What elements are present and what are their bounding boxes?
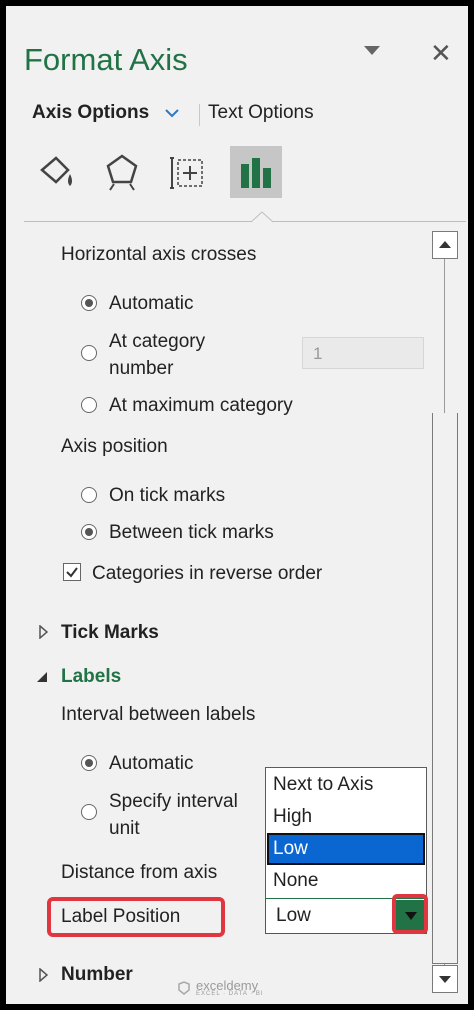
close-icon[interactable]: ✕ bbox=[430, 38, 452, 69]
radio-label-at-maximum-category[interactable]: At maximum category bbox=[109, 395, 293, 417]
pane-options-dropdown-icon[interactable] bbox=[364, 46, 380, 55]
radio-specify-interval-unit[interactable] bbox=[81, 804, 97, 820]
scroll-down-button[interactable] bbox=[432, 965, 458, 993]
dropdown-option-low[interactable]: Low bbox=[267, 833, 425, 865]
scroll-up-button[interactable] bbox=[432, 231, 458, 259]
collapsed-arrow-icon[interactable] bbox=[38, 967, 49, 987]
fill-line-icon[interactable] bbox=[30, 146, 82, 198]
radio-label-at-category[interactable]: At category bbox=[109, 331, 205, 353]
checkbox-label-reverse-order[interactable]: Categories in reverse order bbox=[92, 563, 322, 585]
label-position-highlight bbox=[47, 897, 225, 937]
horizontal-axis-crosses-heading: Horizontal axis crosses bbox=[61, 244, 257, 265]
radio-interval-automatic[interactable] bbox=[81, 755, 97, 771]
pane-title: Format Axis bbox=[24, 42, 188, 77]
dropdown-option-next-to-axis[interactable]: Next to Axis bbox=[267, 769, 425, 801]
effects-pentagon-icon[interactable] bbox=[96, 146, 148, 198]
tab-pointer bbox=[250, 210, 274, 228]
tab-text-options[interactable]: Text Options bbox=[208, 102, 314, 124]
dropdown-option-none[interactable]: None bbox=[267, 865, 425, 897]
dropdown-button-highlight bbox=[392, 894, 428, 934]
tab-axis-options[interactable]: Axis Options bbox=[32, 102, 149, 124]
chevron-down-icon[interactable] bbox=[164, 106, 180, 124]
watermark-tagline: EXCEL · DATA · BI bbox=[196, 991, 264, 997]
vertical-scrollbar[interactable] bbox=[432, 231, 458, 993]
radio-label-number[interactable]: number bbox=[109, 358, 173, 380]
scrollbar-thumb[interactable] bbox=[432, 413, 458, 964]
exceldemy-logo-icon bbox=[178, 980, 190, 995]
section-number[interactable]: Number bbox=[61, 964, 133, 986]
radio-between-tick-marks[interactable] bbox=[81, 524, 97, 540]
category-number-input[interactable]: 1 bbox=[302, 337, 424, 369]
interval-between-labels-heading: Interval between labels bbox=[61, 704, 256, 725]
radio-label-specify-interval[interactable]: Specify interval bbox=[109, 791, 238, 813]
size-properties-icon[interactable] bbox=[162, 146, 214, 198]
format-axis-pane: Format Axis ✕ Axis Options Text Options … bbox=[6, 6, 468, 1004]
radio-on-tick-marks[interactable] bbox=[81, 487, 97, 503]
radio-automatic-crosses[interactable] bbox=[81, 295, 97, 311]
section-labels[interactable]: Labels bbox=[61, 666, 121, 688]
axis-position-heading: Axis position bbox=[61, 436, 168, 457]
radio-at-maximum-category[interactable] bbox=[81, 397, 97, 413]
radio-label-automatic[interactable]: Automatic bbox=[109, 293, 193, 315]
radio-label-between-tick-marks[interactable]: Between tick marks bbox=[109, 522, 274, 544]
radio-label-on-tick-marks[interactable]: On tick marks bbox=[109, 485, 225, 507]
radio-label-interval-automatic[interactable]: Automatic bbox=[109, 753, 193, 775]
checkbox-reverse-order[interactable] bbox=[63, 563, 81, 581]
expanded-arrow-icon[interactable] bbox=[36, 670, 48, 688]
distance-from-axis-label: Distance from axis bbox=[61, 862, 218, 883]
radio-at-category-number[interactable] bbox=[81, 345, 97, 361]
radio-label-unit[interactable]: unit bbox=[109, 818, 140, 840]
watermark: exceldemy EXCEL · DATA · BI bbox=[176, 978, 264, 997]
section-divider bbox=[24, 221, 466, 222]
axis-options-chart-icon[interactable] bbox=[230, 146, 282, 198]
dropdown-option-high[interactable]: High bbox=[267, 801, 425, 833]
section-tick-marks[interactable]: Tick Marks bbox=[61, 622, 159, 644]
label-position-dropdown-list[interactable]: Next to Axis High Low None bbox=[265, 767, 427, 899]
label-position-value: Low bbox=[276, 905, 311, 926]
collapsed-arrow-icon[interactable] bbox=[38, 624, 49, 644]
tab-separator bbox=[199, 104, 200, 126]
